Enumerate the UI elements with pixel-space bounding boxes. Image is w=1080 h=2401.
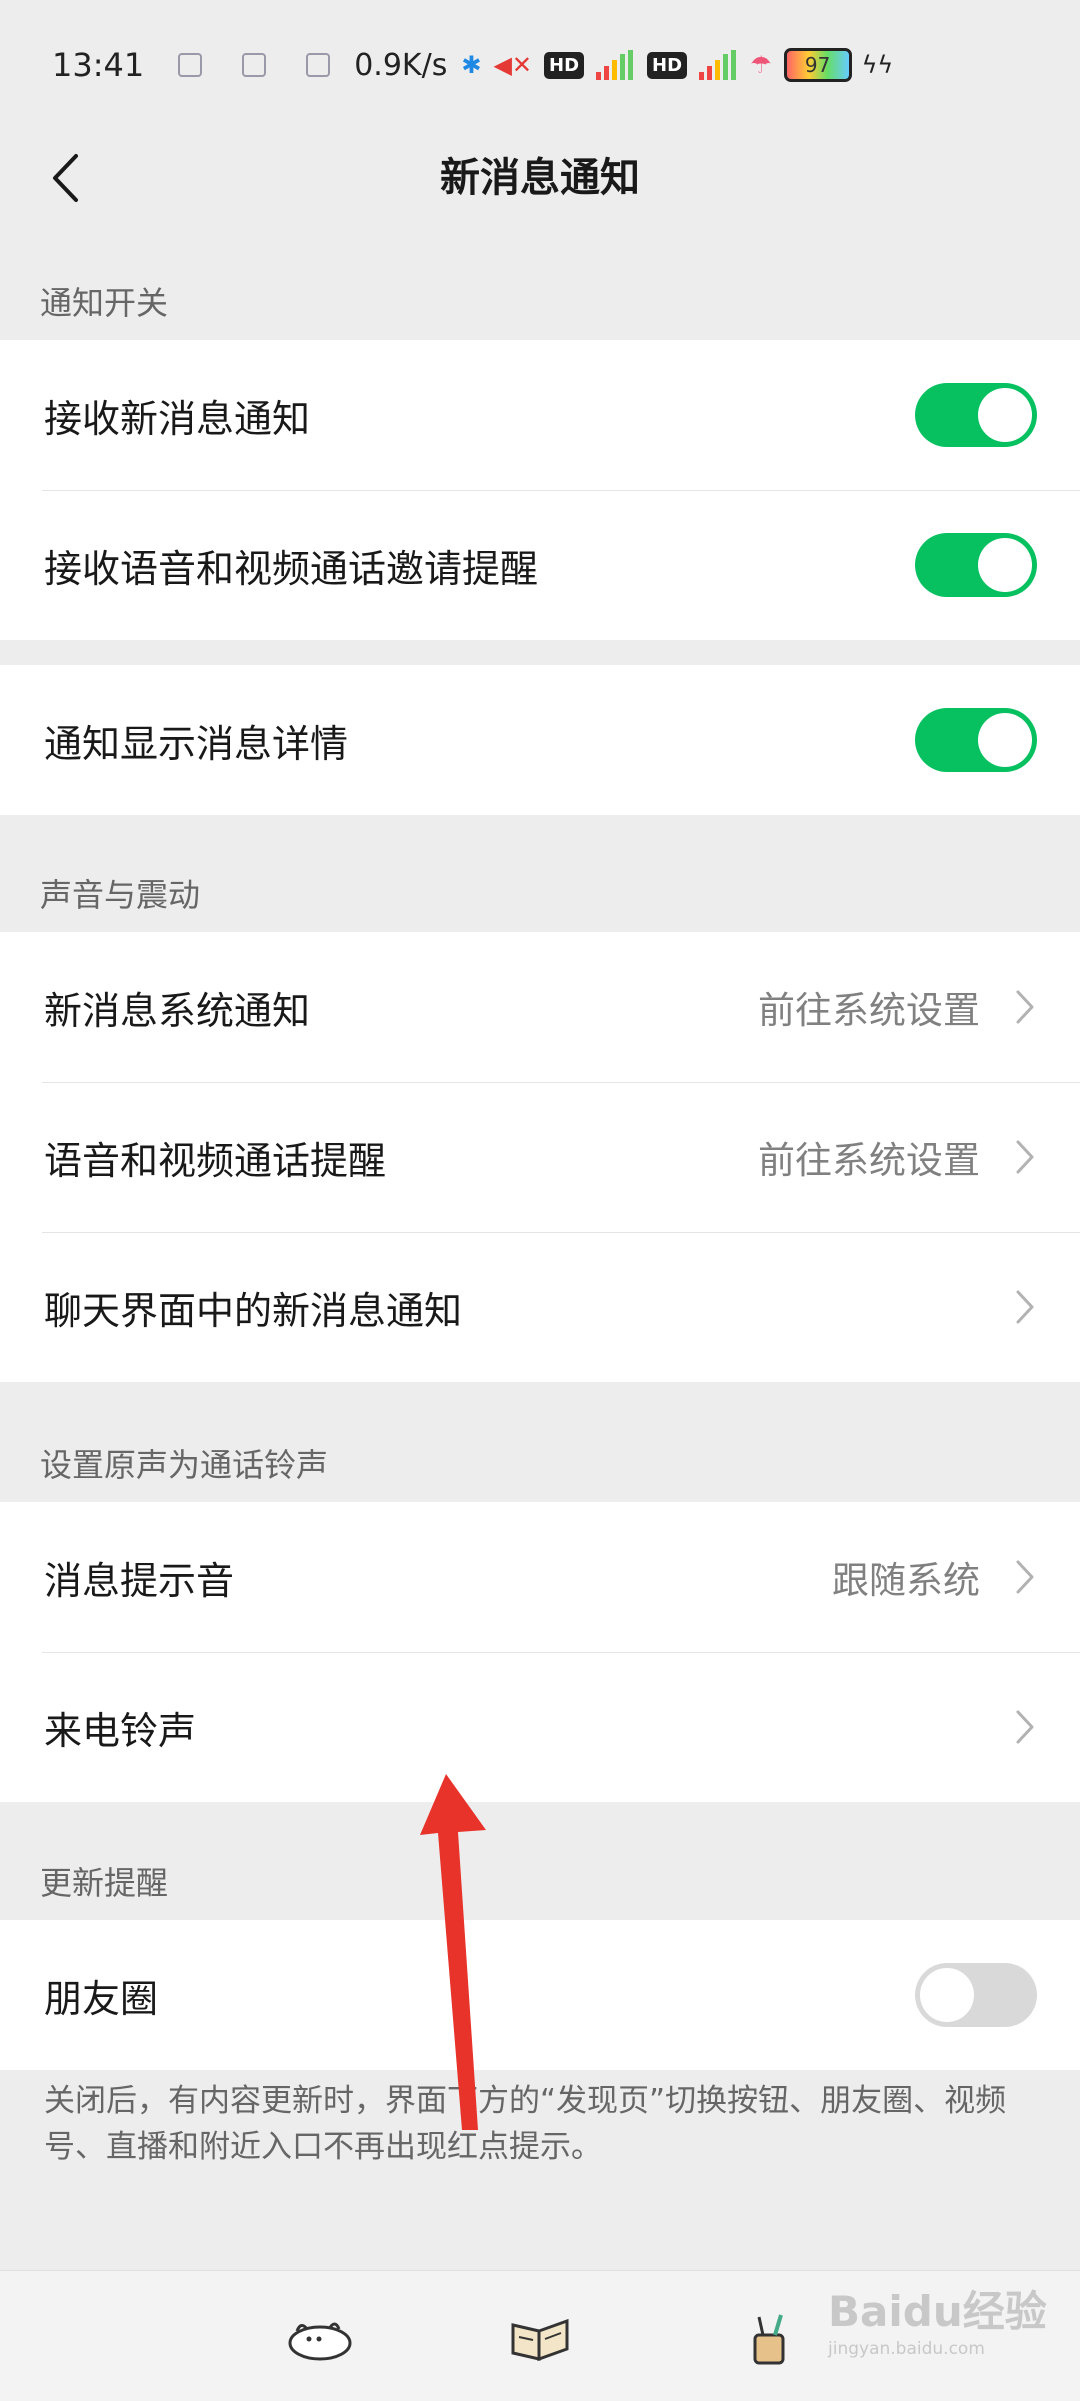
group-show-details: 通知显示消息详情 (0, 665, 1080, 815)
sleeping-animal-icon (288, 2322, 352, 2361)
voice-video-invite-toggle[interactable] (915, 533, 1037, 597)
notification-icon (306, 53, 331, 77)
notification-icon (178, 53, 203, 77)
chevron-right-icon (1016, 1710, 1034, 1744)
row-label: 接收语音和视频通话邀请提醒 (44, 546, 539, 591)
row-value: 前往系统设置 (758, 1139, 980, 1182)
row-label: 来电铃声 (44, 1708, 197, 1753)
row-message-tone[interactable]: 消息提示音 跟随系统 (0, 1502, 1080, 1652)
signal-5g-icon (699, 50, 737, 80)
hd-badge: HD (544, 51, 585, 79)
signal-4g-icon (596, 50, 634, 80)
row-call-alert[interactable]: 语音和视频通话提醒 前往系统设置 (0, 1082, 1080, 1232)
chevron-right-icon (1016, 1140, 1034, 1174)
row-label: 接收新消息通知 (44, 396, 311, 441)
group-ringtone: 消息提示音 跟随系统 来电铃声 (0, 1502, 1080, 1802)
footnote: 关闭后，有内容更新时，界面下方的“发现页”切换按钮、朋友圈、视频号、直播和附近入… (44, 2083, 1007, 2165)
row-label: 聊天界面中的新消息通知 (44, 1288, 463, 1333)
row-label: 语音和视频通话提醒 (44, 1138, 387, 1183)
chevron-right-icon (1016, 990, 1034, 1024)
chevron-right-icon (1016, 1290, 1034, 1324)
section-header-update-reminder: 更新提醒 (40, 1864, 169, 1902)
row-voice-video-invite: 接收语音和视频通话邀请提醒 (0, 490, 1080, 640)
row-moments: 朋友圈 (0, 1920, 1080, 2070)
group-update-reminder: 朋友圈 (0, 1920, 1080, 2070)
receive-new-message-toggle[interactable] (915, 383, 1037, 447)
network-speed: 0.9K/s (354, 47, 448, 83)
row-label: 消息提示音 (44, 1558, 235, 1603)
chevron-right-icon (1016, 1560, 1034, 1594)
row-chat-notification[interactable]: 聊天界面中的新消息通知 (0, 1232, 1080, 1382)
row-value: 跟随系统 (832, 1559, 980, 1602)
row-label: 新消息系统通知 (44, 988, 311, 1033)
section-header-sound-vibration: 声音与震动 (40, 876, 201, 914)
notification-icon (242, 53, 267, 77)
show-details-toggle[interactable] (915, 708, 1037, 772)
watermark-url: jingyan.baidu.com (828, 2339, 985, 2359)
battery-icon: 97 (783, 48, 852, 82)
charging-icon: ϟϟ (861, 51, 894, 79)
pencil-cup-icon (753, 2314, 785, 2365)
group-notify-switch: 接收新消息通知 接收语音和视频通话邀请提醒 (0, 340, 1080, 640)
page-title: 新消息通知 (440, 155, 640, 201)
status-time: 13:41 (52, 46, 145, 84)
hd-badge: HD (647, 51, 688, 79)
watermark-text: Baidu经验 (828, 2287, 1047, 2336)
wifi-icon: ☂ (750, 51, 772, 79)
row-system-notification[interactable]: 新消息系统通知 前往系统设置 (0, 932, 1080, 1082)
bluetooth-icon: ✱ (461, 51, 482, 79)
row-value: 前往系统设置 (758, 989, 980, 1032)
row-label: 通知显示消息详情 (44, 721, 349, 766)
row-label: 朋友圈 (44, 1976, 159, 2021)
moments-toggle[interactable] (915, 1963, 1037, 2027)
title-bar: 新消息通知 (0, 130, 1080, 226)
group-sound-vibration: 新消息系统通知 前往系统设置 语音和视频通话提醒 前往系统设置 聊天界面中的新消… (0, 932, 1080, 1382)
section-header-ringtone: 设置原声为通话铃声 (40, 1446, 329, 1484)
status-bar: 13:41 0.9K/s ✱ ◀✕ HD HD ☂ 97 ϟϟ (0, 0, 1080, 130)
book-icon (511, 2318, 569, 2362)
section-header-notify-switch: 通知开关 (40, 284, 169, 322)
row-incoming-ringtone[interactable]: 来电铃声 (0, 1652, 1080, 1802)
baidu-jingyan-watermark: Baidu经验 jingyan.baidu.com (828, 2278, 1058, 2378)
mute-icon: ◀✕ (493, 51, 533, 79)
row-show-message-details: 通知显示消息详情 (0, 665, 1080, 815)
row-receive-new-message: 接收新消息通知 (0, 340, 1080, 490)
